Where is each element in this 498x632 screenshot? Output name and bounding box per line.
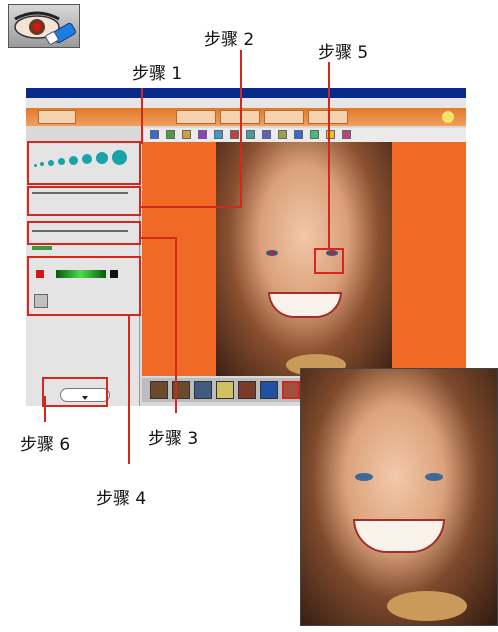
step2-highlight (27, 186, 141, 216)
result-photo (300, 368, 498, 626)
step5-highlight (314, 248, 344, 274)
tool-icon[interactable] (246, 130, 255, 139)
step-5-label: 步骤 5 (318, 43, 369, 63)
tool-icon[interactable] (342, 130, 351, 139)
option-indicator (32, 246, 52, 250)
step-4-label: 步骤 4 (96, 489, 147, 509)
thumbnail[interactable] (238, 381, 256, 399)
thumbnail[interactable] (150, 381, 168, 399)
step6-leader (44, 396, 46, 422)
tool-icon[interactable] (198, 130, 207, 139)
step3-leader (141, 237, 177, 239)
tool-icon[interactable] (262, 130, 271, 139)
title-bar (26, 88, 466, 98)
smile (268, 292, 342, 318)
step-2-label: 步骤 2 (204, 30, 255, 50)
right-eye-corrected (425, 473, 443, 481)
step2-leader (240, 50, 242, 208)
step3-leader (175, 237, 177, 413)
tool-icon[interactable] (310, 130, 319, 139)
toolbar (144, 128, 466, 142)
tab-edit[interactable] (176, 110, 216, 124)
tool-icon[interactable] (214, 130, 223, 139)
tool-icon[interactable] (166, 130, 175, 139)
step3-highlight (27, 221, 141, 245)
tab-bar (26, 108, 466, 126)
step4-leader (128, 314, 130, 464)
tab-effects[interactable] (264, 110, 304, 124)
thumbnail[interactable] (194, 381, 212, 399)
step6-highlight (42, 377, 108, 407)
help-icon[interactable] (442, 111, 454, 123)
app-screenshot (26, 88, 466, 406)
left-eye-corrected (355, 473, 373, 481)
step-3-label: 步骤 3 (148, 429, 199, 449)
tool-icon[interactable] (294, 130, 303, 139)
step1-highlight (27, 141, 141, 185)
tool-icon[interactable] (278, 130, 287, 139)
step-1-label: 步骤 1 (132, 64, 183, 84)
tool-icon[interactable] (150, 130, 159, 139)
step2-leader (141, 206, 242, 208)
tab-home[interactable] (38, 110, 76, 124)
tool-icon[interactable] (230, 130, 239, 139)
cookie (387, 591, 467, 621)
girl-photo (216, 142, 392, 376)
step-6-label: 步骤 6 (20, 435, 71, 455)
thumbnail-selected[interactable] (282, 381, 300, 399)
smile (353, 519, 445, 553)
red-eye-tool-icon (8, 4, 80, 48)
thumbnail[interactable] (216, 381, 234, 399)
thumbnail[interactable] (260, 381, 278, 399)
red-pupil (270, 251, 274, 255)
step1-leader (141, 88, 143, 144)
step4-highlight (27, 256, 141, 316)
step5-leader (328, 62, 330, 248)
tool-icon[interactable] (182, 130, 191, 139)
